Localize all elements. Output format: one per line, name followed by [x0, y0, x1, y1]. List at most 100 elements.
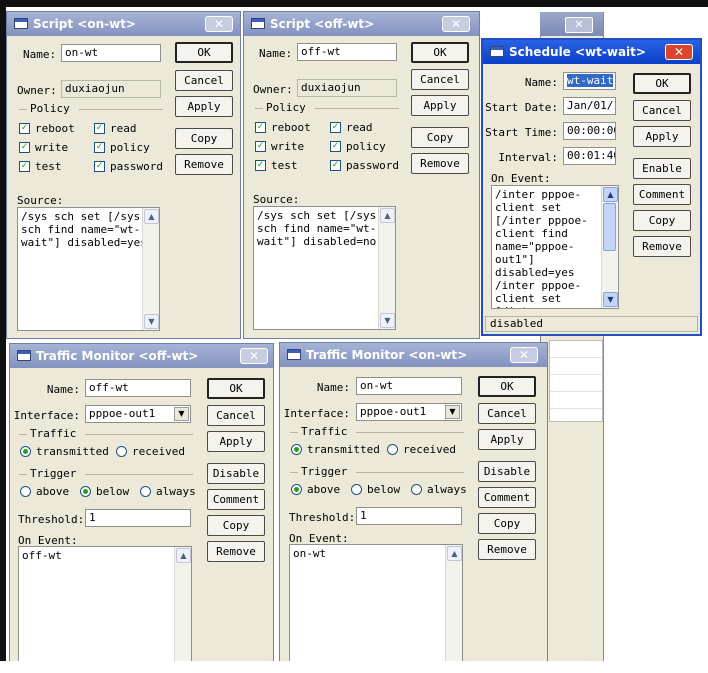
- name-field[interactable]: wt-wait: [563, 72, 616, 90]
- reboot-label: reboot: [35, 122, 75, 135]
- always-radio[interactable]: [140, 486, 151, 497]
- policy-label: policy: [110, 141, 150, 154]
- cancel-button[interactable]: Cancel: [478, 403, 536, 424]
- always-radio[interactable]: [411, 484, 422, 495]
- password-checkbox[interactable]: ✓: [94, 161, 105, 172]
- on-event-textarea[interactable]: /inter pppoe- client set [/inter pppoe- …: [491, 185, 619, 309]
- apply-button[interactable]: Apply: [175, 96, 233, 117]
- apply-button[interactable]: Apply: [207, 431, 265, 452]
- ok-button[interactable]: OK: [633, 73, 691, 94]
- scroll-down-icon[interactable]: ▼: [380, 313, 395, 328]
- source-textarea[interactable]: /sys sch set [/sys sch find name="wt- wa…: [17, 207, 160, 331]
- remove-button[interactable]: Remove: [411, 153, 469, 174]
- source-scrollbar[interactable]: ▲ ▼: [378, 207, 395, 329]
- remove-button[interactable]: Remove: [175, 154, 233, 175]
- scroll-down-icon[interactable]: ▼: [603, 292, 618, 307]
- on-event-textarea[interactable]: off-wt ▲: [18, 546, 192, 662]
- received-radio[interactable]: [116, 446, 127, 457]
- disable-button[interactable]: Disable: [207, 463, 265, 484]
- cancel-button[interactable]: Cancel: [411, 69, 469, 90]
- policy-checkbox[interactable]: ✓: [330, 141, 341, 152]
- enable-button[interactable]: Enable: [633, 158, 691, 179]
- write-checkbox[interactable]: ✓: [255, 141, 266, 152]
- scroll-thumb[interactable]: [603, 203, 616, 251]
- remove-button[interactable]: Remove: [478, 539, 536, 560]
- above-radio[interactable]: [291, 484, 302, 495]
- window-title[interactable]: Traffic Monitor <off-wt>: [10, 344, 273, 368]
- cancel-button[interactable]: Cancel: [207, 405, 265, 426]
- interface-dropdown[interactable]: pppoe-out1 ▼: [85, 405, 191, 423]
- scroll-up-icon[interactable]: ▲: [603, 187, 618, 202]
- reboot-label: reboot: [271, 121, 311, 134]
- below-radio[interactable]: [351, 484, 362, 495]
- on-event-textarea[interactable]: on-wt ▲: [289, 544, 463, 662]
- cancel-button[interactable]: Cancel: [633, 100, 691, 121]
- copy-button[interactable]: Copy: [478, 513, 536, 534]
- copy-button[interactable]: Copy: [175, 128, 233, 149]
- ok-button[interactable]: OK: [175, 42, 233, 63]
- scroll-up-icon[interactable]: ▲: [380, 208, 395, 223]
- name-field[interactable]: off-wt: [297, 43, 397, 61]
- window-title[interactable]: Traffic Monitor <on-wt>: [280, 343, 547, 367]
- name-label: Name:: [316, 381, 350, 394]
- copy-button[interactable]: Copy: [633, 210, 691, 231]
- name-field[interactable]: off-wt: [85, 379, 191, 397]
- apply-button[interactable]: Apply: [478, 429, 536, 450]
- close-icon[interactable]: ✕: [240, 348, 268, 364]
- always-label: always: [427, 483, 467, 496]
- threshold-field[interactable]: 1: [85, 509, 191, 527]
- reboot-checkbox[interactable]: ✓: [19, 123, 30, 134]
- read-checkbox[interactable]: ✓: [94, 123, 105, 134]
- apply-button[interactable]: Apply: [633, 126, 691, 147]
- on-event-scrollbar[interactable]: ▲: [174, 547, 191, 661]
- transmitted-radio[interactable]: [20, 446, 31, 457]
- source-textarea[interactable]: /sys sch set [/sys sch find name="wt- wa…: [253, 206, 396, 330]
- close-icon[interactable]: ✕: [510, 347, 538, 363]
- below-radio[interactable]: [80, 486, 91, 497]
- received-radio[interactable]: [387, 444, 398, 455]
- on-event-scrollbar[interactable]: ▲ ▼: [601, 186, 618, 308]
- on-event-text: /inter pppoe- client set [/inter pppoe- …: [495, 188, 588, 308]
- close-icon[interactable]: ✕: [205, 16, 233, 32]
- on-event-scrollbar[interactable]: ▲: [445, 545, 462, 661]
- copy-button[interactable]: Copy: [411, 127, 469, 148]
- scroll-up-icon[interactable]: ▲: [176, 548, 191, 563]
- reboot-checkbox[interactable]: ✓: [255, 122, 266, 133]
- scroll-down-icon[interactable]: ▼: [144, 314, 159, 329]
- ok-button[interactable]: OK: [411, 42, 469, 63]
- copy-button[interactable]: Copy: [207, 515, 265, 536]
- comment-button[interactable]: Comment: [207, 489, 265, 510]
- remove-button[interactable]: Remove: [207, 541, 265, 562]
- above-radio[interactable]: [20, 486, 31, 497]
- policy-checkbox[interactable]: ✓: [94, 142, 105, 153]
- scroll-up-icon[interactable]: ▲: [144, 209, 159, 224]
- ok-button[interactable]: OK: [478, 376, 536, 397]
- source-scrollbar[interactable]: ▲ ▼: [142, 208, 159, 330]
- password-checkbox[interactable]: ✓: [330, 160, 341, 171]
- test-checkbox[interactable]: ✓: [19, 161, 30, 172]
- interval-field[interactable]: 00:01:40: [563, 147, 616, 165]
- comment-button[interactable]: Comment: [633, 184, 691, 205]
- disable-button[interactable]: Disable: [478, 461, 536, 482]
- remove-button[interactable]: Remove: [633, 236, 691, 257]
- close-icon[interactable]: ✕: [665, 44, 693, 60]
- test-checkbox[interactable]: ✓: [255, 160, 266, 171]
- background-close-icon[interactable]: ✕: [565, 17, 593, 33]
- interface-dropdown[interactable]: pppoe-out1 ▼: [356, 403, 462, 421]
- name-field[interactable]: on-wt: [356, 377, 462, 395]
- ok-button[interactable]: OK: [207, 378, 265, 399]
- name-field[interactable]: on-wt: [61, 44, 161, 62]
- comment-button[interactable]: Comment: [478, 487, 536, 508]
- chevron-down-icon[interactable]: ▼: [174, 407, 189, 421]
- start-date-field[interactable]: Jan/01/1: [563, 97, 616, 115]
- read-checkbox[interactable]: ✓: [330, 122, 341, 133]
- transmitted-radio[interactable]: [291, 444, 302, 455]
- close-icon[interactable]: ✕: [442, 16, 470, 32]
- write-checkbox[interactable]: ✓: [19, 142, 30, 153]
- cancel-button[interactable]: Cancel: [175, 70, 233, 91]
- apply-button[interactable]: Apply: [411, 95, 469, 116]
- threshold-field[interactable]: 1: [356, 507, 462, 525]
- chevron-down-icon[interactable]: ▼: [445, 405, 460, 419]
- start-time-field[interactable]: 00:00:00: [563, 122, 616, 140]
- scroll-up-icon[interactable]: ▲: [447, 546, 462, 561]
